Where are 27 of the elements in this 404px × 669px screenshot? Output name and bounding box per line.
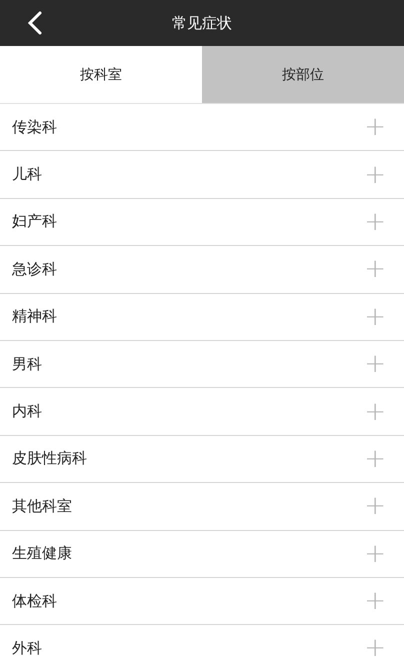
- tab[interactable]: 按部位: [202, 46, 404, 103]
- department-row[interactable]: 内科 +: [0, 388, 404, 436]
- department-name: 生殖健康: [12, 544, 72, 564]
- back-icon[interactable]: [26, 11, 44, 35]
- department-row[interactable]: 妇产科 +: [0, 198, 404, 246]
- department-name: 体检科: [12, 592, 57, 611]
- department-name: 妇产科: [12, 212, 57, 232]
- department-name: 其他科室: [12, 496, 72, 516]
- page-title: 常见症状: [172, 14, 232, 32]
- department-row[interactable]: 生殖健康 +: [0, 530, 404, 578]
- department-name: 男科: [12, 354, 42, 374]
- department-name: 急诊科: [12, 260, 57, 279]
- department-name: 儿科: [12, 165, 42, 184]
- department-row[interactable]: 其他科室 +: [0, 483, 404, 531]
- department-row[interactable]: 急诊科 +: [0, 246, 404, 294]
- department-row[interactable]: 男科 +: [0, 340, 404, 388]
- department-name: 外科: [12, 638, 42, 658]
- department-row[interactable]: 皮肤性病科 +: [0, 436, 404, 484]
- department-name: 内科: [12, 402, 42, 422]
- department-name: 精神科: [12, 307, 57, 326]
- department-row[interactable]: 精神科 +: [0, 294, 404, 341]
- department-row[interactable]: 体检科 +: [0, 578, 404, 626]
- department-name: 皮肤性病科: [12, 449, 87, 468]
- department-row[interactable]: 传染科 +: [0, 104, 404, 152]
- department-name: 传染科: [12, 118, 57, 137]
- department-row[interactable]: 外科 +: [0, 625, 404, 669]
- department-row[interactable]: 儿科 +: [0, 151, 404, 199]
